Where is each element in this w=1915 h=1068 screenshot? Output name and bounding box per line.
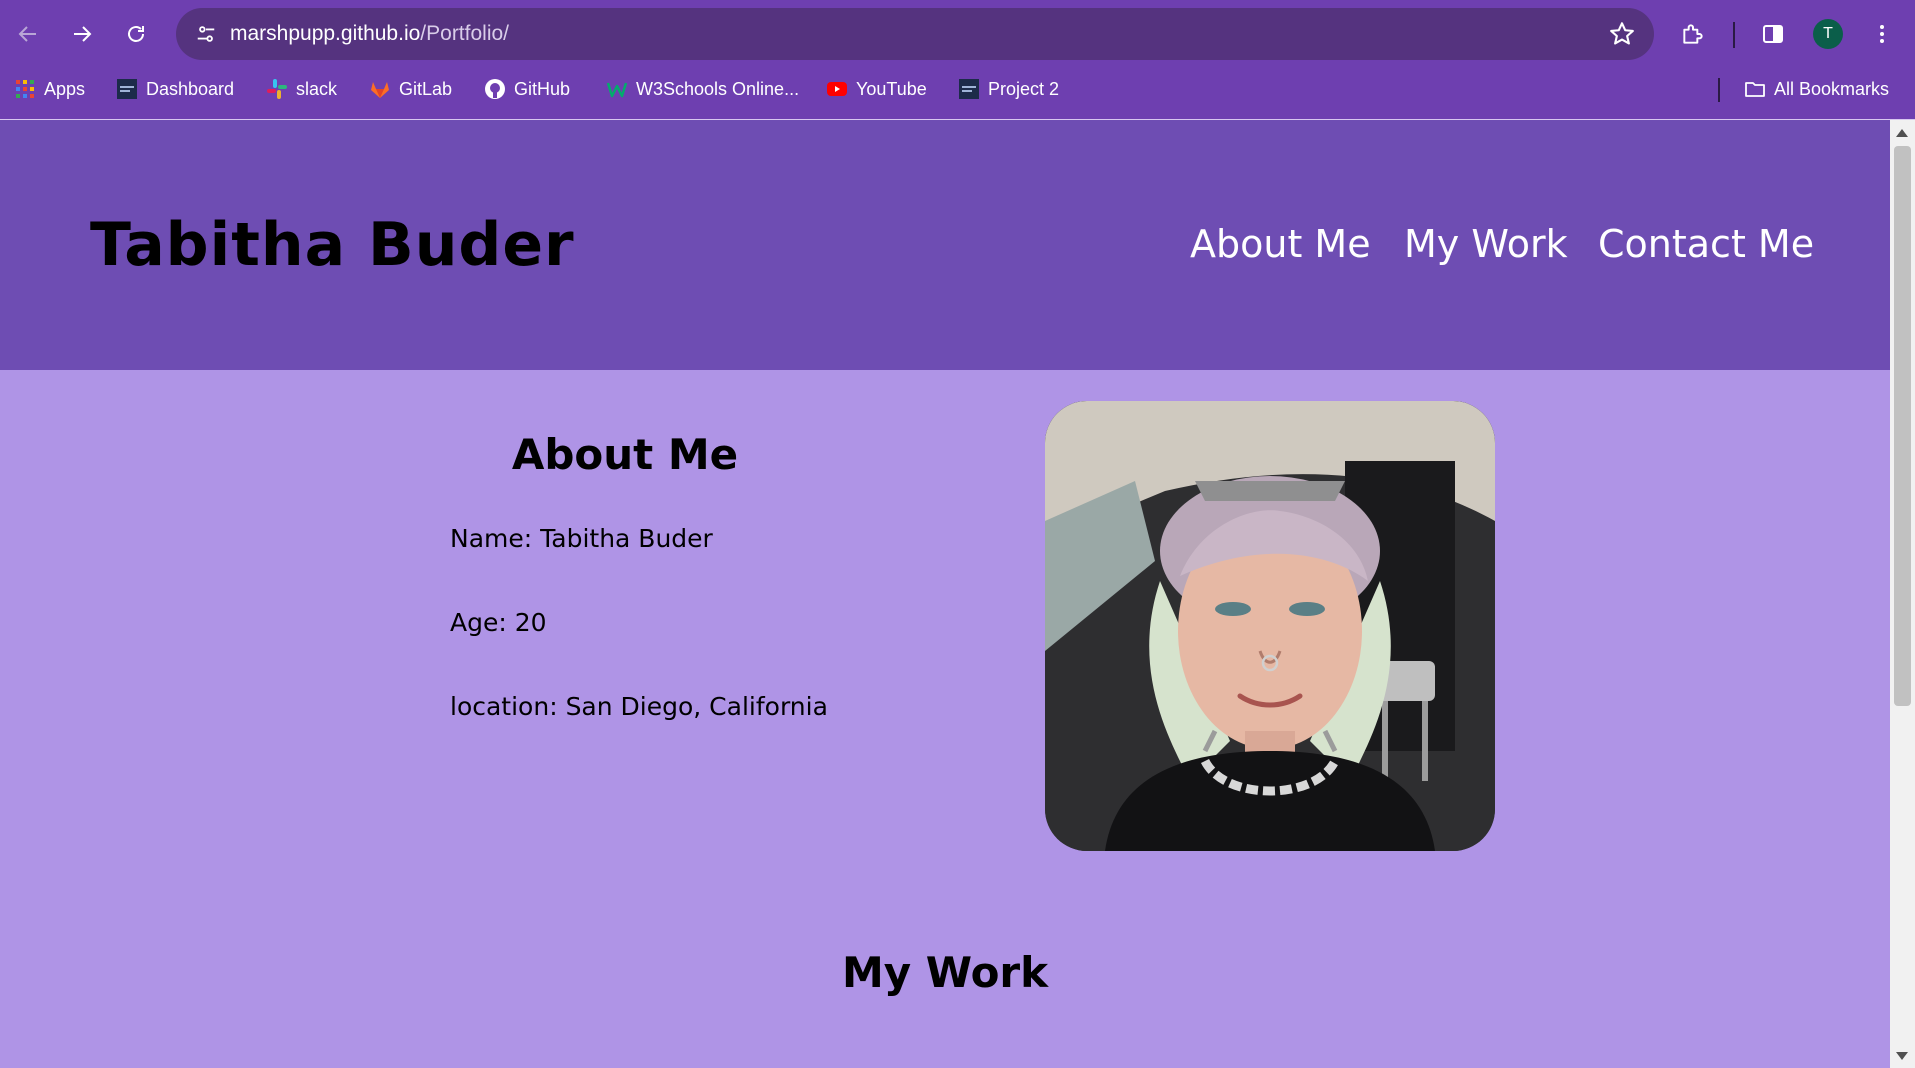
portrait-image xyxy=(1045,401,1495,851)
browser-chrome: marshpupp.github.io/Portfolio/ T Apps Da… xyxy=(0,0,1915,120)
back-button[interactable] xyxy=(8,14,48,54)
kebab-menu-icon xyxy=(1880,25,1884,43)
dashboard-favicon-icon xyxy=(117,79,137,99)
bookmark-label: GitLab xyxy=(399,78,453,99)
site-title: Tabitha Buder xyxy=(90,210,575,280)
nav-contact-me[interactable]: Contact Me xyxy=(1598,222,1814,266)
scroll-down-arrow-icon[interactable] xyxy=(1896,1052,1908,1060)
bookmark-w3schools[interactable]: W3Schools Online... xyxy=(606,68,799,110)
bookmark-youtube[interactable]: YouTube xyxy=(826,68,927,110)
side-panel-icon xyxy=(1763,25,1783,43)
youtube-icon xyxy=(827,82,847,96)
bookmark-label: slack xyxy=(296,78,338,99)
page-scrollbar[interactable] xyxy=(1890,120,1915,1068)
work-heading: My Work xyxy=(841,948,1049,997)
github-icon xyxy=(485,79,505,99)
site-header: Tabitha Buder About Me My Work Contact M… xyxy=(0,120,1890,370)
profile-photo xyxy=(1045,401,1495,851)
about-name: Name: Tabitha Buder xyxy=(450,524,713,553)
bookmarks-divider xyxy=(1718,78,1720,102)
toolbar-divider xyxy=(1733,22,1735,48)
apps-grid-icon xyxy=(16,80,34,98)
tune-icon xyxy=(197,26,215,42)
bookmark-label: GitHub xyxy=(514,78,571,99)
site-info-button[interactable] xyxy=(186,14,226,54)
nav-about-me[interactable]: About Me xyxy=(1190,222,1371,266)
bookmark-apps[interactable]: Apps xyxy=(14,68,85,110)
page-viewport: Tabitha Buder About Me My Work Contact M… xyxy=(0,120,1890,1068)
bookmark-star-icon[interactable] xyxy=(1608,20,1636,48)
extensions-button[interactable] xyxy=(1673,14,1713,54)
reload-button[interactable] xyxy=(116,14,156,54)
forward-button[interactable] xyxy=(62,14,102,54)
side-panel-button[interactable] xyxy=(1753,14,1793,54)
profile-avatar[interactable]: T xyxy=(1813,19,1843,49)
bookmark-label: Apps xyxy=(44,78,86,99)
bookmark-label: YouTube xyxy=(856,78,927,99)
bookmark-dashboard[interactable]: Dashboard xyxy=(116,68,234,110)
nav-my-work[interactable]: My Work xyxy=(1404,222,1568,266)
slack-icon xyxy=(267,79,287,99)
address-bar[interactable]: marshpupp.github.io/Portfolio/ xyxy=(176,8,1654,60)
bookmark-project-2[interactable]: Project 2 xyxy=(958,68,1059,110)
bookmark-gitlab[interactable]: GitLab xyxy=(369,68,452,110)
arrow-left-icon xyxy=(18,26,36,42)
project-favicon-icon xyxy=(959,79,979,99)
bookmark-github[interactable]: GitHub xyxy=(484,68,570,110)
about-heading: About Me xyxy=(511,430,739,479)
scroll-up-arrow-icon[interactable] xyxy=(1896,129,1908,137)
bookmark-label: Dashboard xyxy=(146,78,235,99)
reload-icon xyxy=(128,26,144,42)
bookmarks-bar: Apps Dashboard slack GitLab GitHub W3Sch… xyxy=(0,68,1915,120)
folder-icon xyxy=(1745,82,1765,97)
scroll-thumb[interactable] xyxy=(1894,146,1911,706)
browser-menu-button[interactable] xyxy=(1862,14,1902,54)
about-location: location: San Diego, California xyxy=(450,692,828,721)
url-host: marshpupp.github.io xyxy=(230,22,421,45)
gitlab-icon xyxy=(371,82,389,98)
url-text: marshpupp.github.io/Portfolio/ xyxy=(230,8,509,60)
about-age: Age: 20 xyxy=(450,608,547,637)
w3schools-icon xyxy=(606,82,628,98)
bookmark-slack[interactable]: slack xyxy=(266,68,337,110)
browser-toolbar: marshpupp.github.io/Portfolio/ T xyxy=(0,0,1915,68)
all-bookmarks-label: All Bookmarks xyxy=(1774,78,1890,99)
bookmark-label: Project 2 xyxy=(988,78,1060,99)
bookmark-label: W3Schools Online... xyxy=(636,78,800,99)
url-path: /Portfolio/ xyxy=(420,22,510,45)
arrow-right-icon xyxy=(74,26,92,42)
puzzle-icon xyxy=(1683,24,1703,44)
all-bookmarks-button[interactable]: All Bookmarks xyxy=(1744,68,1889,110)
